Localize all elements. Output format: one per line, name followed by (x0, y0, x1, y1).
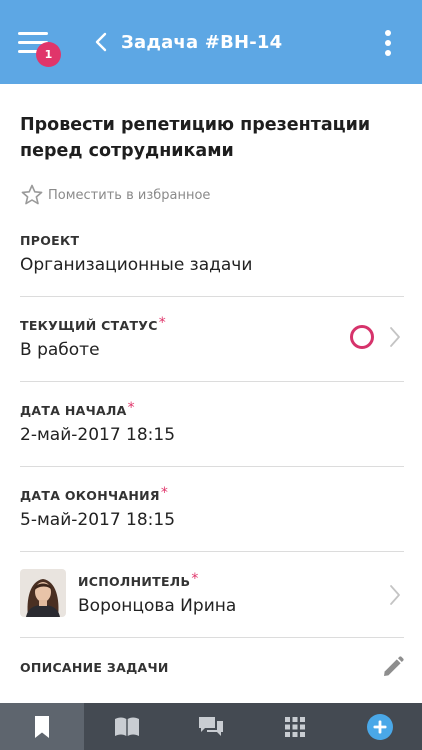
required-marker: * (191, 571, 199, 587)
start-date-label: ДАТА НАЧАЛА (20, 403, 127, 418)
divider (20, 551, 404, 552)
add-icon (366, 713, 393, 740)
assignee-value: Воронцова Ирина (78, 596, 237, 616)
pencil-icon[interactable] (381, 655, 405, 679)
tab-library[interactable] (84, 703, 168, 750)
divider (20, 466, 404, 467)
end-date-label: ДАТА ОКОНЧАНИЯ (20, 488, 160, 503)
favorite-label: Поместить в избранное (48, 187, 211, 203)
status-label-wrap: ТЕКУЩИЙ СТАТУС* (20, 315, 166, 334)
divider (20, 296, 404, 297)
tab-chat[interactable] (169, 703, 253, 750)
add-to-favorites-button[interactable]: Поместить в избранное (20, 183, 210, 207)
divider (20, 637, 404, 638)
description-label: ОПИСАНИЕ ЗАДАЧИ (20, 660, 169, 675)
bookmark-icon (35, 715, 50, 738)
start-date-label-wrap: ДАТА НАЧАЛА* (20, 400, 135, 419)
project-label: ПРОЕКТ (20, 233, 80, 248)
status-value: В работе (20, 340, 100, 360)
chevron-right-icon[interactable] (388, 326, 402, 348)
star-icon (21, 184, 43, 205)
chevron-right-icon[interactable] (388, 584, 402, 606)
grid-icon (285, 716, 306, 737)
chevron-left-icon[interactable] (90, 30, 114, 54)
end-date-value: 5-май-2017 18:15 (20, 510, 176, 530)
tab-add[interactable] (338, 703, 422, 750)
start-date-value: 2-май-2017 18:15 (20, 425, 176, 445)
assignee-label: ИСПОЛНИТЕЛЬ (78, 574, 191, 589)
divider (20, 381, 404, 382)
required-marker: * (158, 315, 166, 331)
chat-icon (198, 716, 223, 736)
more-vertical-icon[interactable] (378, 28, 398, 58)
page-title: Задача #ВН-14 (121, 32, 283, 53)
bottom-tab-bar (0, 703, 422, 750)
required-marker: * (127, 400, 135, 416)
book-icon (114, 717, 139, 736)
status-label: ТЕКУЩИЙ СТАТУС (20, 318, 158, 333)
task-title: Провести репетицию презентации перед сот… (20, 115, 371, 161)
end-date-label-wrap: ДАТА ОКОНЧАНИЯ* (20, 485, 169, 504)
tab-apps[interactable] (253, 703, 337, 750)
status-indicator-icon[interactable] (350, 325, 374, 349)
avatar (20, 569, 66, 617)
required-marker: * (160, 485, 169, 501)
project-value: Организационные задачи (20, 255, 253, 275)
notification-badge: 1 (36, 42, 61, 67)
assignee-label-wrap: ИСПОЛНИТЕЛЬ* (78, 571, 199, 590)
top-app-bar: 1 Задача #ВН-14 (0, 0, 422, 84)
tab-bookmarks[interactable] (0, 703, 85, 750)
